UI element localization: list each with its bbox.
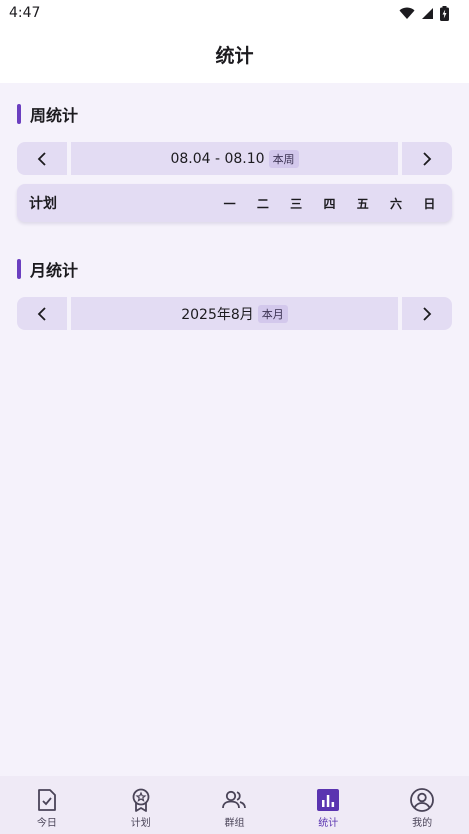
tab-group-label: 群组 [224,818,245,829]
week-section-title: 周统计 [17,102,78,126]
week-range-display[interactable]: 08.04 - 08.10 本周 [71,142,398,175]
tab-group[interactable]: 群组 [188,776,282,834]
tab-today[interactable]: 今日 [0,776,94,834]
today-checklist-icon [37,789,56,811]
weekday-wed: 三 [290,196,303,211]
tab-plan[interactable]: 计划 [94,776,188,834]
weekday-columns: 一 二 三 四 五 六 日 [213,195,446,212]
weekday-tue: 二 [256,196,269,211]
weekday-thu: 四 [323,196,336,211]
month-section-title: 月统计 [17,257,78,281]
tab-plan-label: 计划 [130,818,151,829]
chevron-left-icon [37,306,46,321]
previous-week-button[interactable] [17,142,67,175]
week-plan-table-header: 计划 一 二 三 四 五 六 日 [17,184,452,222]
app-header: 统计 [0,26,469,83]
plan-column-header: 计划 [29,196,57,212]
previous-month-button[interactable] [17,297,67,330]
bottom-navigation: 今日 计划 群组 统计 我的 [0,776,469,834]
page-title: 统计 [215,45,254,67]
month-range-display[interactable]: 2025年8月 本月 [71,297,398,330]
status-bar: 4:47 [0,0,469,26]
month-navigator: 2025年8月 本月 [17,297,452,330]
status-icons [399,5,449,21]
battery-charging-icon [440,5,449,21]
weekday-mon: 一 [223,196,236,211]
tab-stats-label: 统计 [318,818,339,829]
week-section-title-text: 周统计 [30,106,79,125]
weekday-sun: 日 [423,196,436,211]
chevron-right-icon [423,151,432,166]
wifi-icon [399,7,415,19]
section-accent-bar [17,104,21,124]
chevron-left-icon [37,151,46,166]
next-month-button[interactable] [402,297,452,330]
tab-profile-label: 我的 [412,818,433,829]
next-week-button[interactable] [402,142,452,175]
profile-icon [410,788,434,812]
week-navigator: 08.04 - 08.10 本周 [17,142,452,175]
weekday-fri: 五 [356,196,369,211]
current-month-tag: 本月 [257,304,288,323]
current-week-tag: 本周 [268,149,299,168]
status-time: 4:47 [9,5,41,21]
month-range-label: 2025年8月 [181,306,254,323]
week-range-label: 08.04 - 08.10 [170,150,265,167]
month-section-title-text: 月统计 [30,261,79,280]
tab-profile[interactable]: 我的 [375,776,469,834]
weekday-sat: 六 [390,196,403,211]
section-accent-bar [17,259,21,279]
group-icon [222,790,247,809]
stats-bar-chart-icon [317,789,340,811]
tab-today-label: 今日 [36,818,57,829]
tab-stats[interactable]: 统计 [281,776,375,834]
plan-badge-icon [132,788,150,812]
cellular-signal-icon [422,7,433,19]
chevron-right-icon [423,306,432,321]
